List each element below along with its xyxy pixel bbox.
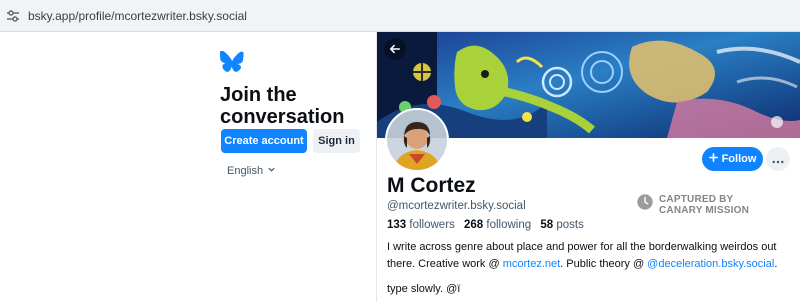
profile-panel: Follow M Cortez @mcortezwriter.bsky.soci… [377,32,800,302]
following-stat[interactable]: 268 following [464,219,531,231]
language-select[interactable]: English [227,165,276,177]
following-count: 268 [463,219,484,231]
follow-button[interactable]: Follow [702,147,763,171]
watermark: CAPTURED BY CANARY MISSION [636,193,749,216]
chevron-down-icon [267,165,276,177]
display-name: M Cortez [387,174,476,197]
create-account-button[interactable]: Create account [221,129,307,153]
clock-icon [636,193,654,216]
arrow-left-icon[interactable] [384,38,406,60]
watermark-line1: CAPTURED BY [659,193,734,205]
posts-label: posts [556,219,584,231]
watermark-line2: CANARY MISSION [659,204,750,216]
followers-label: followers [409,219,455,231]
follow-label: Follow [721,153,757,165]
butterfly-icon [219,50,244,73]
bio-link-mention[interactable]: @deceleration.bsky.social [647,258,774,270]
ellipsis-icon [772,152,784,167]
sign-in-button[interactable]: Sign in [313,129,360,153]
followers-count: 133 [387,219,407,231]
profile-bio-line2: type slowly. @ï [387,283,461,295]
posts-count: 58 [540,219,554,231]
bio-text-2: . Public theory @ [560,258,648,270]
join-panel: Join the conversation Create account Sig… [0,32,376,302]
profile-bio: I write across genre about place and pow… [387,239,792,273]
bio-text-3: . [774,258,778,270]
plus-icon [708,153,718,165]
posts-stat: 58 posts [540,219,584,231]
tune-icon[interactable] [6,9,20,23]
avatar[interactable] [385,108,449,172]
url-text[interactable]: bsky.app/profile/mcortezwriter.bsky.soci… [28,9,247,23]
profile-handle: @mcortezwriter.bsky.social [387,200,526,212]
followers-stat[interactable]: 133 followers [387,219,455,231]
bio-link-website[interactable]: mcortez.net [503,258,560,270]
following-label: following [486,219,532,231]
join-title: Join the conversation [220,84,345,128]
profile-stats: 133 followers 268 following 58 posts [387,219,584,231]
more-options-button[interactable] [766,147,790,171]
language-label: English [227,165,264,177]
browser-address-bar: bsky.app/profile/mcortezwriter.bsky.soci… [0,0,800,32]
